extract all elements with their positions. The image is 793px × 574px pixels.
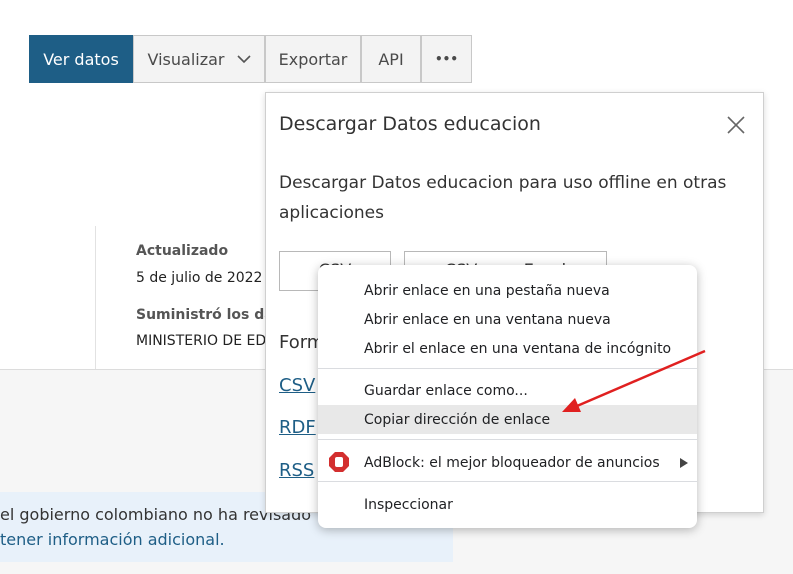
menu-open-new-window[interactable]: Abrir enlace en una ventana nueva [318, 305, 697, 334]
more-options-icon: ••• [434, 52, 458, 66]
menu-open-new-tab[interactable]: Abrir enlace en una pestaña nueva [318, 276, 697, 305]
export-button[interactable]: Exportar [265, 35, 361, 83]
menu-inspect-label: Inspeccionar [364, 496, 453, 513]
annotation-arrow-icon [562, 349, 706, 412]
menu-separator [318, 481, 697, 482]
format-link-rss[interactable]: RSS [279, 460, 314, 481]
api-label: API [378, 49, 404, 69]
more-options-button[interactable]: ••• [421, 35, 472, 83]
visualize-label: Visualizar [147, 49, 225, 69]
menu-copy-link-address-label: Copiar dirección de enlace [364, 411, 551, 428]
visualize-dropdown-button[interactable]: Visualizar [133, 35, 265, 83]
menu-save-link-as-label: Guardar enlace como... [364, 382, 528, 399]
modal-title: Descargar Datos educacion [279, 113, 541, 135]
format-link-rdf[interactable]: RDF [279, 417, 316, 438]
view-data-label: Ver datos [43, 49, 119, 69]
menu-adblock[interactable]: AdBlock: el mejor bloqueador de anuncios [318, 448, 697, 477]
export-label: Exportar [278, 49, 348, 69]
submenu-arrow-icon [680, 458, 688, 468]
close-icon[interactable] [727, 116, 745, 134]
updated-label: Actualizado [136, 243, 229, 259]
supplied-by-value: MINISTERIO DE ED [136, 333, 267, 349]
menu-open-new-window-label: Abrir enlace en una ventana nueva [364, 311, 611, 328]
supplied-by-label: Suministró los dat [136, 307, 281, 323]
modal-description: Descargar Datos educacion para uso offli… [279, 173, 727, 223]
menu-inspect[interactable]: Inspeccionar [318, 490, 697, 519]
api-button[interactable]: API [361, 35, 421, 83]
metadata-divider [95, 226, 96, 369]
view-data-button[interactable]: Ver datos [29, 35, 133, 83]
format-link-csv[interactable]: CSV [279, 375, 315, 396]
updated-value: 5 de julio de 2022 [136, 270, 263, 286]
adblock-icon [329, 452, 349, 472]
menu-open-new-tab-label: Abrir enlace en una pestaña nueva [364, 282, 610, 299]
notice-text-line2[interactable]: tener información adicional. [0, 530, 225, 549]
menu-separator [318, 439, 697, 440]
chevron-down-icon [236, 55, 251, 64]
menu-adblock-label: AdBlock: el mejor bloqueador de anuncios [364, 454, 660, 471]
